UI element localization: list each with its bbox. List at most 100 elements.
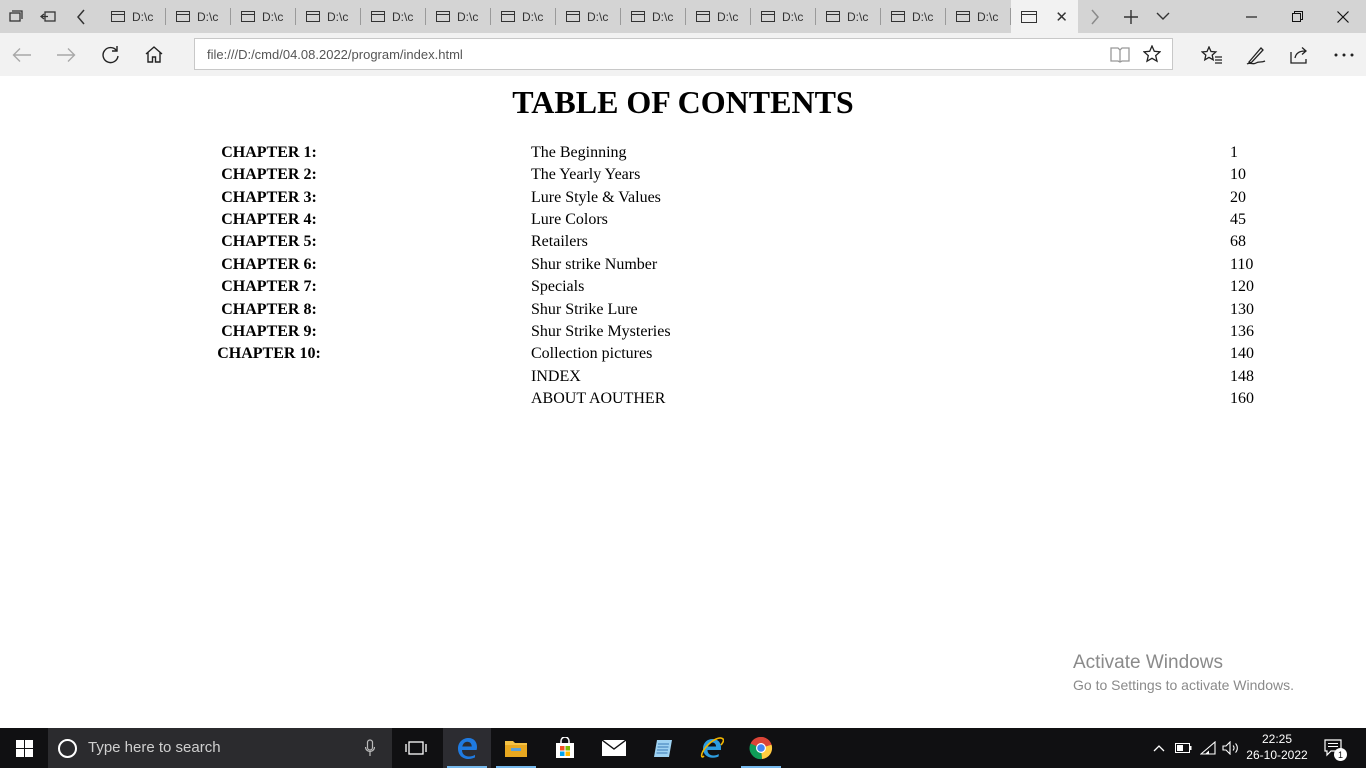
toc-entry-title: ABOUT AOUTHER [531,390,666,407]
scroll-tabs-right-icon[interactable] [1080,0,1110,33]
back-button[interactable] [0,33,44,76]
tab-title: D:\c [197,9,219,24]
toc-page-number: 110 [1230,256,1254,273]
browser-tab[interactable]: D:\c [101,0,166,33]
toc-row: CHAPTER 1: The Beginning 1 [0,144,1366,166]
reading-view-icon[interactable] [1105,39,1135,69]
taskbar-search[interactable]: Type here to search [48,728,392,768]
toc-row: CHAPTER 9: Shur Strike Mysteries 136 [0,323,1366,345]
toc-entry-title: INDEX [531,368,581,385]
tab-active[interactable]: ✕ [1011,0,1078,33]
browser-tab[interactable]: D:\c [166,0,231,33]
tab-preview-chevron-icon[interactable] [1148,0,1178,33]
file-explorer-taskbar-button[interactable] [492,728,540,768]
browser-tab[interactable]: D:\c [361,0,426,33]
toc-entry-title: The Beginning [531,144,627,161]
page-icon [696,11,710,22]
web-page: TABLE OF CONTENTS CHAPTER 1: The Beginnin… [0,76,1366,728]
address-bar[interactable]: file:///D:/cmd/04.08.2022/program/index.… [194,38,1173,70]
toc-chapter-label: CHAPTER 3: [221,189,317,206]
cortana-circle-icon [58,739,77,758]
tab-title: D:\c [262,9,284,24]
home-button[interactable] [132,33,176,76]
page-icon [306,11,320,22]
tab-title: D:\c [782,9,804,24]
page-icon [761,11,775,22]
page-icon [891,11,905,22]
browser-tab[interactable]: D:\c [751,0,816,33]
volume-speaker-icon[interactable] [1220,728,1242,768]
toc-page-number: 148 [1230,368,1254,385]
show-hidden-icons-button[interactable] [1149,728,1169,768]
network-wifi-icon[interactable] [1197,728,1219,768]
mail-taskbar-button[interactable] [590,728,638,768]
toc-entry-title: Lure Colors [531,211,608,228]
forward-button[interactable] [44,33,88,76]
edge-taskbar-button[interactable] [443,728,491,768]
store-bag-icon [556,737,574,758]
action-center-button[interactable]: 1 [1322,728,1347,768]
toc-row: CHAPTER 7: Specials 120 [0,278,1366,300]
tab-title: D:\c [847,9,869,24]
toc-row: INDEX 148 [0,368,1366,390]
restore-button[interactable] [1274,0,1320,33]
toc-entry-title: The Yearly Years [531,166,641,183]
store-taskbar-button[interactable] [541,728,589,768]
system-clock[interactable]: 22:25 26-10-2022 [1244,731,1310,763]
browser-tab[interactable]: D:\c [621,0,686,33]
tab-title: D:\c [977,9,999,24]
browser-tab[interactable]: D:\c [816,0,881,33]
share-icon[interactable] [1278,33,1322,76]
windows-logo-icon [15,739,33,757]
toc-page-number: 130 [1230,301,1254,318]
tab-title: D:\c [652,9,674,24]
activate-windows-watermark: Activate Windows Go to Settings to activ… [1073,652,1294,693]
clock-date: 26-10-2022 [1246,748,1308,762]
browser-tab[interactable]: D:\c [556,0,621,33]
microphone-icon[interactable] [365,739,375,757]
toc-page-number: 160 [1230,390,1254,407]
toc-page-number: 120 [1230,278,1254,295]
refresh-button[interactable] [88,33,132,76]
navigation-bar: file:///D:/cmd/04.08.2022/program/index.… [0,33,1366,76]
address-url[interactable]: file:///D:/cmd/04.08.2022/program/index.… [207,47,463,62]
new-tab-icon[interactable] [1116,0,1146,33]
browser-tab[interactable]: D:\c [491,0,556,33]
set-aside-tabs-icon[interactable] [36,0,60,33]
close-tab-icon[interactable]: ✕ [1055,8,1068,26]
browser-tab[interactable]: D:\c [231,0,296,33]
watermark-line1: Activate Windows [1073,652,1223,673]
battery-icon[interactable] [1172,728,1194,768]
browser-tab[interactable]: D:\c [686,0,751,33]
notepad-taskbar-button[interactable] [639,728,687,768]
minimize-button[interactable] [1228,0,1274,33]
toc-chapter-label: CHAPTER 2: [221,166,317,183]
notepad-icon [654,740,672,757]
toc-row: CHAPTER 6: Shur strike Number 110 [0,256,1366,278]
browser-tab[interactable]: D:\c [946,0,1011,33]
taskbar: Type here to search 22:25 26-10-2022 1 [0,728,1366,768]
scroll-tabs-left-icon[interactable] [66,0,96,33]
tab-title: D:\c [457,9,479,24]
toc-chapter-label: CHAPTER 9: [221,323,317,340]
favorites-hub-icon[interactable] [1190,33,1234,76]
chrome-icon [749,736,773,760]
more-menu-icon[interactable] [1322,33,1366,76]
internet-explorer-taskbar-button[interactable] [688,728,736,768]
toc-row: CHAPTER 4: Lure Colors 45 [0,211,1366,233]
close-window-button[interactable] [1320,0,1366,33]
toc-chapter-label: CHAPTER 4: [221,211,317,228]
browser-tab[interactable]: D:\c [426,0,491,33]
favorite-star-icon[interactable] [1137,39,1167,69]
task-view-button[interactable] [392,728,440,768]
browser-tab[interactable]: D:\c [296,0,361,33]
browser-tab[interactable]: D:\c [881,0,946,33]
tab-manager-icon[interactable] [4,0,28,33]
web-note-pen-icon[interactable] [1234,33,1278,76]
toc-entry-title: Collection pictures [531,345,653,362]
start-button[interactable] [0,728,48,768]
page-icon [956,11,970,22]
tab-title: D:\c [327,9,349,24]
page-icon [111,11,125,22]
chrome-taskbar-button[interactable] [737,728,785,768]
